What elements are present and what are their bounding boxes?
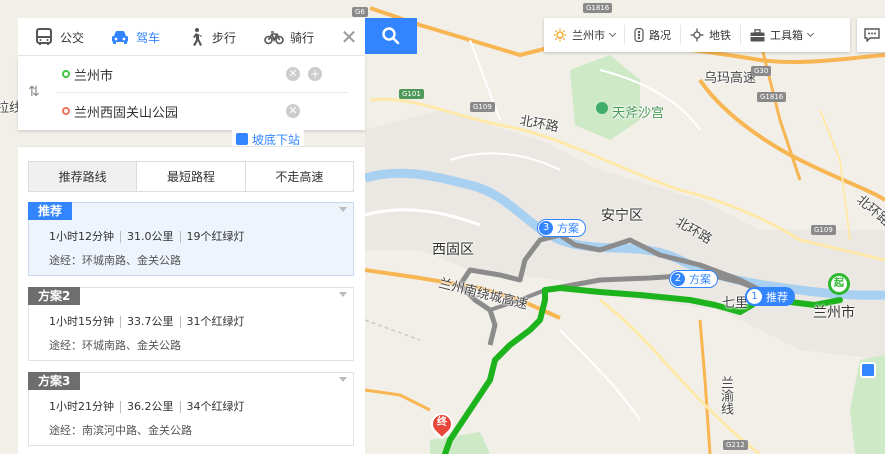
plan-badge: 推荐	[28, 202, 73, 220]
chevron-down-icon[interactable]	[339, 377, 347, 382]
plan3-marker-label: 方案	[557, 222, 579, 235]
city-selector[interactable]: 兰州市	[544, 25, 625, 45]
close-icon[interactable]: ✕	[339, 27, 359, 47]
chevron-down-icon[interactable]	[339, 292, 347, 297]
toolbox-button-label: 工具箱	[770, 29, 803, 42]
tab-recommended[interactable]: 推荐路线	[29, 162, 138, 191]
plan-badge: 方案3	[28, 372, 81, 390]
plan-via: 途经：环城南路、金关公路	[49, 339, 181, 352]
chevron-down-icon	[608, 29, 617, 38]
plan-via: 途经：南滨河中路、金关公路	[49, 424, 192, 437]
plan-traffic-lights: 19个红绿灯	[179, 231, 251, 243]
toolbox-button[interactable]: 工具箱	[741, 25, 822, 45]
feedback-button[interactable]	[857, 18, 885, 52]
road-shield: G109	[470, 102, 495, 112]
travel-mode-bar: 公交 驾车 步行 骑行 ✕	[18, 18, 365, 56]
plan3-number-icon: 3	[539, 221, 553, 235]
mode-walk[interactable]: 步行	[186, 18, 236, 56]
search-icon	[382, 27, 400, 45]
add-waypoint-icon[interactable]: +	[308, 67, 322, 81]
park-poi-icon[interactable]	[596, 102, 608, 114]
clear-end-icon[interactable]: ✕	[286, 104, 300, 118]
road-shield: G101	[399, 89, 424, 99]
map-label-lanyu-line: 兰渝线	[718, 376, 733, 415]
map-label-anning-district: 安宁区	[601, 208, 643, 224]
traffic-button-label: 路况	[649, 29, 671, 42]
map-label-lanzhou-city: 兰州市	[813, 305, 855, 321]
station-poi-icon[interactable]	[860, 362, 876, 378]
plan2-number-icon: 2	[671, 272, 685, 286]
walk-icon	[193, 28, 202, 46]
recommend-marker[interactable]: 1 推荐	[745, 287, 795, 306]
nearby-station-label: 坡底下站	[252, 132, 301, 147]
traffic-light-icon	[634, 28, 644, 42]
route-plan-1[interactable]: 推荐 1小时12分钟 31.0公里 19个红绿灯 途经：环城南路、金关公路	[28, 202, 354, 276]
chevron-down-icon[interactable]	[339, 207, 347, 212]
mode-car-label: 驾车	[136, 30, 161, 45]
car-icon	[112, 31, 128, 44]
plan3-marker[interactable]: 3 方案	[537, 219, 586, 237]
map-label-xigu-district: 西固区	[432, 242, 474, 258]
route-input-box: ⇅ 兰州市 ✕ + 兰州西固关山公园 ✕	[18, 56, 365, 130]
mode-bus-label: 公交	[60, 30, 85, 45]
plan-distance: 31.0公里	[120, 231, 180, 243]
route-results: 推荐路线 最短路程 不走高速 推荐 1小时12分钟 31.0公里 19个红绿灯 …	[18, 146, 365, 454]
city-selector-label: 兰州市	[572, 29, 605, 42]
plan-distance: 36.2公里	[120, 401, 180, 413]
plan2-marker-label: 方案	[689, 273, 711, 286]
road-shield: G1816	[757, 92, 787, 102]
chevron-down-icon	[806, 29, 815, 38]
subway-button[interactable]: 地铁	[681, 25, 741, 45]
bus-icon	[36, 28, 52, 45]
plan-stats: 1小时12分钟 31.0公里 19个红绿灯	[49, 231, 251, 243]
start-marker[interactable]: 起	[828, 273, 850, 295]
subway-icon	[690, 28, 704, 42]
recommend-number-icon: 1	[747, 289, 762, 304]
plan-stats: 1小时21分钟 36.2公里 34个红绿灯	[49, 401, 251, 413]
road-shield: G1816	[583, 3, 613, 13]
subway-button-label: 地铁	[709, 29, 731, 42]
plan-time: 1小时21分钟	[49, 400, 114, 413]
toolbox-icon	[750, 28, 765, 41]
map-label-tianfu: 天斧沙宫	[612, 106, 665, 121]
end-marker-label: 终	[437, 417, 447, 428]
road-shield: G30	[751, 66, 772, 76]
mode-bike-label: 骑行	[290, 30, 315, 45]
station-icon	[236, 133, 248, 145]
start-input[interactable]: 兰州市	[56, 56, 318, 92]
road-shield: G212	[723, 440, 748, 450]
recommend-marker-label: 推荐	[766, 290, 788, 304]
mode-bike[interactable]: 骑行	[264, 18, 314, 56]
plan-distance: 33.7公里	[120, 316, 180, 328]
sun-icon	[553, 28, 567, 42]
mode-walk-label: 步行	[212, 30, 237, 45]
route-plan-3[interactable]: 方案3 1小时21分钟 36.2公里 34个红绿灯 途经：南滨河中路、金关公路	[28, 372, 354, 446]
tab-no-highway[interactable]: 不走高速	[246, 162, 353, 191]
search-button[interactable]	[365, 18, 417, 54]
bike-icon	[264, 31, 284, 45]
road-shield: G6	[352, 7, 368, 17]
road-shield: G109	[811, 225, 836, 235]
map-label-wuma-expressway: 乌玛高速	[704, 71, 757, 86]
route-plan-2[interactable]: 方案2 1小时15分钟 33.7公里 31个红绿灯 途经：环城南路、金关公路	[28, 287, 354, 361]
route-panel: 公交 驾车 步行 骑行 ✕ ⇅ 兰州市 ✕ + 兰州西固关山公园 ✕ 坡底下站	[18, 18, 417, 454]
map-toolbar: 兰州市 路况 地铁 工具箱	[544, 18, 850, 52]
plan-badge: 方案2	[28, 287, 81, 305]
plan-time: 1小时15分钟	[49, 315, 114, 328]
clear-start-icon[interactable]: ✕	[286, 67, 300, 81]
plan-traffic-lights: 34个红绿灯	[179, 401, 251, 413]
mode-car[interactable]: 驾车	[110, 18, 160, 56]
traffic-button[interactable]: 路况	[625, 25, 681, 45]
plan-via: 途经：环城南路、金关公路	[49, 254, 181, 267]
message-icon	[864, 28, 880, 42]
plan-time: 1小时12分钟	[49, 230, 114, 243]
swap-icon[interactable]: ⇅	[28, 84, 40, 100]
plan-traffic-lights: 31个红绿灯	[179, 316, 251, 328]
plan2-marker[interactable]: 2 方案	[669, 270, 718, 288]
end-input[interactable]: 兰州西固关山公园	[56, 93, 318, 129]
route-preference-tabs: 推荐路线 最短路程 不走高速	[28, 161, 354, 192]
plan-stats: 1小时15分钟 33.7公里 31个红绿灯	[49, 316, 251, 328]
mode-bus[interactable]: 公交	[34, 18, 84, 56]
tab-shortest[interactable]: 最短路程	[137, 162, 246, 191]
